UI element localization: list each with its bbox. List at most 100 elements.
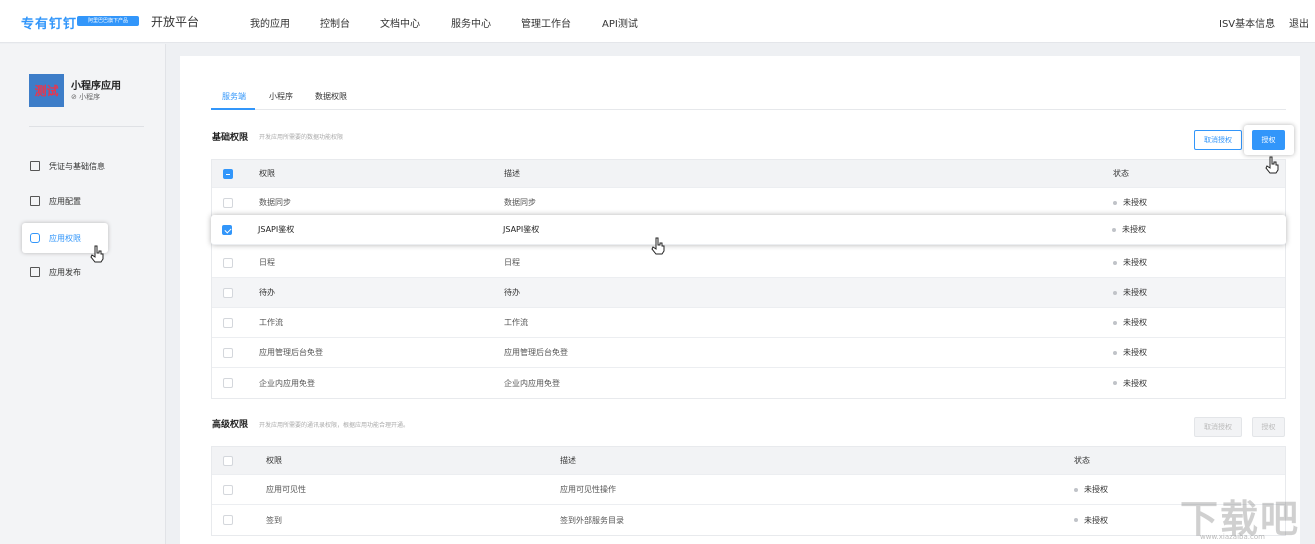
permission-desc: 待办: [504, 288, 520, 297]
permission-desc: 签到外部服务目录: [560, 515, 624, 525]
status-dot-icon: [1113, 200, 1117, 205]
table-row-selected[interactable]: JSAPI鉴权 JSAPI鉴权 未授权: [211, 215, 1286, 245]
logout-link[interactable]: 退出: [1289, 15, 1309, 30]
main-panel: 服务端 小程序 数据权限 基础权限 开发应用所需要的数据功能权限 取消授权 授权…: [180, 56, 1300, 544]
permission-desc: 企业内应用免登: [504, 378, 560, 388]
table-row[interactable]: 应用可见性 应用可见性操作 未授权: [212, 475, 1285, 505]
status-dot-icon: [1113, 260, 1117, 265]
col-permission: 权限: [259, 169, 275, 178]
table-row[interactable]: 工作流 工作流 未授权: [212, 308, 1285, 338]
permission-desc: 应用管理后台免登: [504, 348, 568, 357]
status-badge: 未授权: [1113, 248, 1147, 277]
status-badge: 未授权: [1113, 188, 1147, 217]
row-checkbox[interactable]: [223, 515, 233, 525]
permission-name: JSAPI鉴权: [258, 225, 295, 234]
status-text: 未授权: [1122, 225, 1146, 234]
sidebar-item-label: 应用权限: [49, 233, 81, 243]
permission-desc: 应用可见性操作: [560, 485, 616, 494]
select-all-checkbox[interactable]: [223, 455, 233, 466]
status-dot-icon: [1113, 320, 1117, 325]
nav-console[interactable]: 控制台: [320, 15, 350, 30]
basic-permission-table: 权限 描述 状态 数据同步 数据同步 未授权 日程 日程 未授权 待办 待办 未…: [211, 159, 1286, 399]
app-avatar: 测试: [29, 74, 64, 107]
tab-server[interactable]: 服务端: [222, 91, 246, 102]
row-checkbox[interactable]: [223, 484, 233, 495]
status-badge: 未授权: [1074, 505, 1108, 535]
permission-desc: JSAPI鉴权: [503, 225, 540, 234]
sidebar-item-label: 应用发布: [49, 267, 81, 277]
permission-name: 企业内应用免登: [259, 378, 315, 388]
tab-data-permission[interactable]: 数据权限: [315, 91, 347, 102]
table-header: 权限 描述 状态: [212, 447, 1285, 475]
status-badge: 未授权: [1112, 215, 1146, 244]
hand-cursor-icon: [651, 237, 665, 255]
row-checkbox[interactable]: [223, 378, 233, 388]
table-row[interactable]: 数据同步 数据同步 未授权: [212, 188, 1285, 218]
status-badge: 未授权: [1113, 308, 1147, 337]
tab-active-indicator: [211, 108, 255, 110]
nav-service[interactable]: 服务中心: [451, 15, 491, 30]
basic-grant-button[interactable]: 授权: [1252, 130, 1285, 150]
permission-name: 数据同步: [259, 198, 291, 207]
top-header: 专有钉钉 阿里巴巴旗下产品 开放平台 我的应用 控制台 文档中心 服务中心 管理…: [0, 0, 1315, 43]
credential-icon: [30, 161, 40, 171]
col-status: 状态: [1113, 169, 1129, 178]
advanced-cancel-grant-button[interactable]: 取消授权: [1194, 417, 1242, 437]
permission-name: 工作流: [259, 318, 283, 327]
sidebar-item-config[interactable]: 应用配置: [30, 194, 81, 208]
sidebar: 测试 小程序应用 ⊘ 小程序 凭证与基础信息 应用配置 应用权限 应用发布: [0, 44, 166, 544]
app-avatar-text: 测试: [34, 84, 59, 98]
sidebar-item-publish[interactable]: 应用发布: [30, 265, 81, 279]
sidebar-item-label: 凭证与基础信息: [49, 161, 105, 171]
status-badge: 未授权: [1113, 338, 1147, 367]
sidebar-item-credentials[interactable]: 凭证与基础信息: [30, 159, 105, 173]
permission-desc: 工作流: [504, 318, 528, 327]
permission-desc: 数据同步: [504, 198, 536, 207]
col-permission: 权限: [266, 456, 282, 465]
brand-badge: 阿里巴巴旗下产品: [77, 16, 139, 26]
row-checkbox[interactable]: [223, 287, 233, 298]
nav-admin[interactable]: 管理工作台: [521, 15, 571, 30]
status-dot-icon: [1074, 487, 1078, 492]
isv-info-link[interactable]: ISV基本信息: [1219, 15, 1275, 30]
app-name: 小程序应用: [71, 81, 121, 92]
row-checkbox[interactable]: [223, 347, 233, 358]
status-text: 未授权: [1123, 258, 1147, 267]
status-dot-icon: [1113, 290, 1117, 295]
basic-cancel-grant-button[interactable]: 取消授权: [1194, 130, 1242, 150]
publish-icon: [30, 267, 40, 277]
advanced-permission-table: 权限 描述 状态 应用可见性 应用可见性操作 未授权 签到 签到外部服务目录 未…: [211, 446, 1286, 536]
hand-cursor-icon: [1265, 156, 1279, 174]
config-icon: [30, 196, 40, 206]
status-text: 未授权: [1123, 348, 1147, 357]
row-checkbox[interactable]: [223, 257, 233, 268]
nav-api-test[interactable]: API测试: [602, 15, 638, 30]
status-text: 未授权: [1123, 378, 1147, 388]
table-row[interactable]: 签到 签到外部服务目录 未授权: [212, 505, 1285, 535]
status-text: 未授权: [1123, 198, 1147, 207]
tab-miniapp[interactable]: 小程序: [269, 91, 293, 102]
sidebar-divider: [29, 126, 144, 127]
nav-my-apps[interactable]: 我的应用: [250, 15, 290, 30]
brand-logo[interactable]: 专有钉钉: [21, 13, 77, 32]
status-dot-icon: [1112, 227, 1116, 232]
table-row[interactable]: 日程 日程 未授权: [212, 248, 1285, 278]
permission-name: 应用可见性: [266, 485, 306, 494]
basic-permission-desc: 开发应用所需要的数据功能权限: [259, 134, 344, 141]
select-all-checkbox[interactable]: [223, 168, 233, 179]
table-row[interactable]: 待办 待办 未授权: [212, 278, 1285, 308]
table-row[interactable]: 应用管理后台免登 应用管理后台免登 未授权: [212, 338, 1285, 368]
permission-name: 应用管理后台免登: [259, 348, 323, 357]
advanced-grant-button[interactable]: 授权: [1252, 417, 1285, 437]
sidebar-item-label: 应用配置: [49, 196, 81, 206]
col-description: 描述: [504, 169, 520, 178]
permission-desc: 日程: [504, 258, 520, 267]
platform-title[interactable]: 开放平台: [151, 13, 199, 30]
nav-docs[interactable]: 文档中心: [380, 15, 420, 30]
row-checkbox[interactable]: [223, 197, 233, 208]
status-badge: 未授权: [1113, 278, 1147, 307]
table-row[interactable]: 企业内应用免登 企业内应用免登 未授权: [212, 368, 1285, 398]
row-checkbox-checked[interactable]: [222, 224, 232, 235]
row-checkbox[interactable]: [223, 317, 233, 328]
basic-permission-title: 基础权限: [212, 133, 249, 143]
